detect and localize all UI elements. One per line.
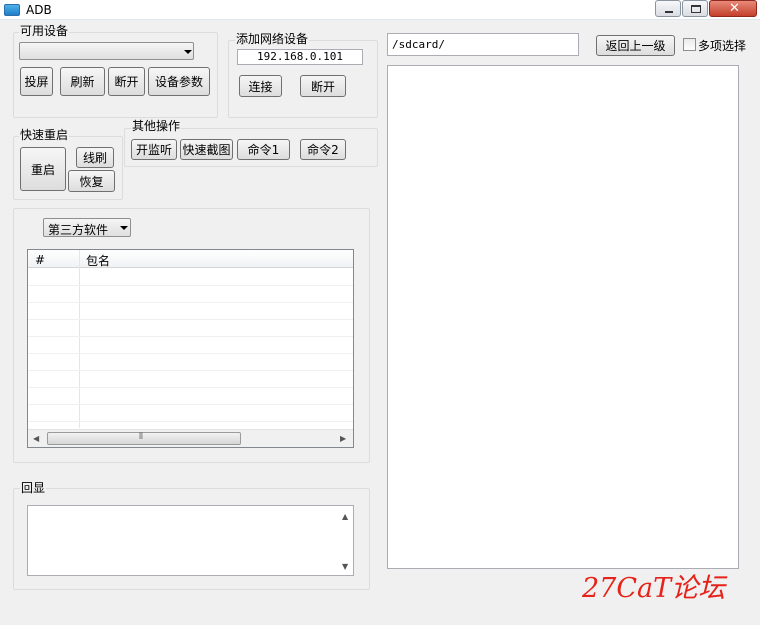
horizontal-scrollbar[interactable]: ◀ ⦀ ▶ [28, 429, 353, 447]
app-filter-select[interactable]: 第三方软件 [43, 218, 131, 237]
row-divider [28, 353, 353, 354]
echo-group-label: 回显 [20, 481, 47, 495]
network-disconnect-button[interactable]: 断开 [300, 75, 346, 97]
recovery-button[interactable]: 恢复 [68, 170, 115, 192]
row-divider [28, 319, 353, 320]
row-divider [28, 421, 353, 422]
flash-button[interactable]: 线刷 [76, 147, 114, 168]
file-list[interactable] [387, 65, 739, 569]
command1-button[interactable]: 命令1 [237, 139, 290, 160]
row-divider [28, 387, 353, 388]
command2-button[interactable]: 命令2 [300, 139, 346, 160]
app-icon [4, 4, 20, 16]
column-header-index[interactable]: # [35, 253, 45, 267]
other-ops-group-label: 其他操作 [131, 119, 182, 133]
multi-select-checkbox[interactable] [683, 38, 696, 51]
network-group-label: 添加网络设备 [235, 32, 310, 46]
row-divider [28, 370, 353, 371]
close-icon: ✕ [729, 1, 740, 16]
echo-output[interactable]: ▲ ▼ [27, 505, 354, 576]
column-separator [79, 250, 80, 428]
device-params-button[interactable]: 设备参数 [148, 67, 210, 96]
grip-icon: ⦀ [139, 432, 143, 442]
quick-screenshot-button[interactable]: 快速截图 [180, 139, 233, 160]
back-button[interactable]: 返回上一级 [596, 35, 675, 56]
maximize-button[interactable] [682, 0, 708, 17]
minimize-icon [665, 11, 673, 13]
multi-select-label[interactable]: 多项选择 [698, 37, 746, 54]
chevron-down-icon [120, 226, 128, 230]
scroll-right-icon[interactable]: ▶ [340, 434, 346, 444]
row-divider [28, 285, 353, 286]
close-button[interactable]: ✕ [709, 0, 757, 17]
table-header: # 包名 [28, 250, 353, 268]
chevron-down-icon [184, 50, 192, 54]
row-divider [28, 336, 353, 337]
row-divider [28, 302, 353, 303]
device-select[interactable] [19, 42, 194, 60]
reboot-group-label: 快速重启 [19, 128, 70, 142]
row-divider [28, 404, 353, 405]
watermark-logo: 27CaT论坛 [582, 573, 726, 604]
scroll-down-icon[interactable]: ▼ [342, 562, 348, 572]
app-filter-value: 第三方软件 [48, 223, 109, 237]
title-bar: ADB ✕ [0, 0, 760, 20]
reboot-button[interactable]: 重启 [20, 147, 66, 191]
package-table[interactable]: # 包名 ◀ ⦀ ▶ [27, 249, 354, 448]
minimize-button[interactable] [655, 0, 681, 17]
listen-button[interactable]: 开监听 [131, 139, 177, 160]
scrollbar-thumb[interactable]: ⦀ [47, 432, 241, 445]
device-disconnect-button[interactable]: 断开 [108, 67, 145, 96]
scroll-up-icon[interactable]: ▲ [342, 512, 348, 522]
maximize-icon [691, 5, 701, 13]
refresh-button[interactable]: 刷新 [60, 67, 105, 96]
connect-button[interactable]: 连接 [239, 75, 282, 97]
scroll-left-icon[interactable]: ◀ [33, 434, 39, 444]
column-header-package[interactable]: 包名 [86, 252, 110, 269]
devices-group-label: 可用设备 [19, 24, 70, 38]
ip-input[interactable]: 192.168.0.101 [237, 49, 363, 65]
path-input[interactable]: /sdcard/ [387, 33, 579, 56]
window-title: ADB [26, 3, 52, 17]
screen-cast-button[interactable]: 投屏 [20, 67, 53, 96]
